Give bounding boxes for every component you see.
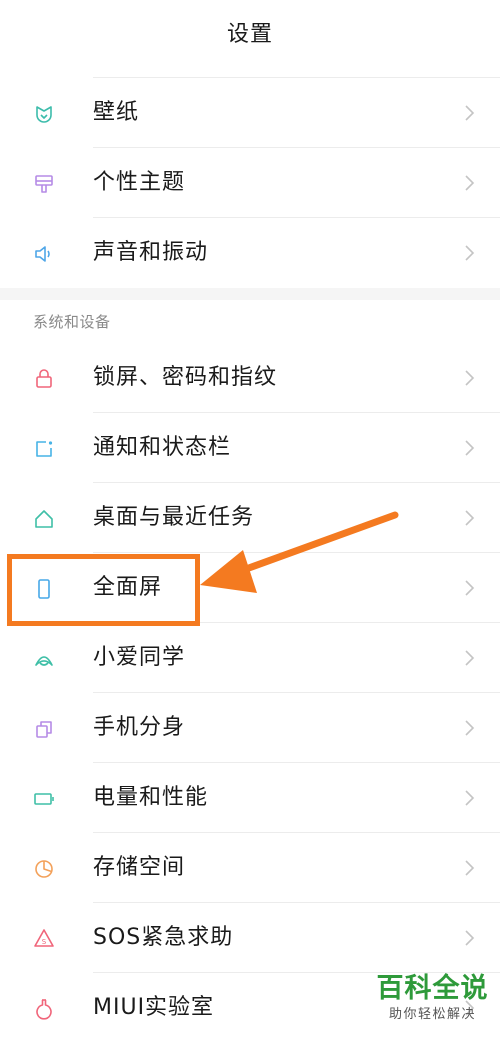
watermark-subtitle: 助你轻松解决 — [388, 1007, 476, 1022]
section-header: 系统和设备 — [33, 313, 111, 331]
battery-icon — [32, 787, 56, 811]
theme-brush-icon — [32, 172, 56, 196]
chevron-right-icon — [462, 649, 476, 667]
settings-item-storage[interactable]: 存储空间 — [0, 833, 500, 903]
settings-item-label: 电量和性能 — [93, 785, 209, 810]
watermark: 百科全说 助你轻松解决 — [370, 972, 495, 1032]
home-icon — [32, 507, 56, 531]
settings-item-label: 通知和状态栏 — [93, 435, 232, 460]
settings-item-xiaoai[interactable]: 小爱同学 — [0, 623, 500, 693]
chevron-right-icon — [462, 509, 476, 527]
sos-icon: S — [32, 927, 56, 951]
chevron-right-icon — [462, 244, 476, 262]
settings-item-label: SOS紧急求助 — [93, 925, 234, 950]
settings-item-label: 手机分身 — [93, 715, 186, 740]
settings-item-label: 个性主题 — [93, 170, 186, 195]
chevron-right-icon — [462, 719, 476, 737]
title-bar: 设置 — [0, 0, 500, 70]
settings-item-label: 小爱同学 — [93, 645, 186, 670]
storage-pie-icon — [32, 857, 56, 881]
lock-icon — [32, 367, 56, 391]
flask-icon — [32, 997, 56, 1021]
settings-item-sos[interactable]: S SOS紧急求助 — [0, 903, 500, 973]
chevron-right-icon — [462, 174, 476, 192]
chevron-right-icon — [462, 369, 476, 387]
chevron-right-icon — [462, 859, 476, 877]
pointer-arrow — [200, 511, 399, 593]
chevron-right-icon — [462, 439, 476, 457]
xiaoai-icon — [32, 647, 56, 671]
settings-item-wallpaper[interactable]: 壁纸 — [0, 78, 500, 148]
settings-item-label: 声音和振动 — [93, 240, 209, 265]
watermark-title: 百科全说 — [376, 973, 489, 1004]
settings-item-battery[interactable]: 电量和性能 — [0, 763, 500, 833]
chevron-right-icon — [462, 789, 476, 807]
section-gap — [0, 288, 500, 300]
settings-item-lockscreen[interactable]: 锁屏、密码和指纹 — [0, 343, 500, 413]
notification-icon — [32, 437, 56, 461]
settings-item-label: 锁屏、密码和指纹 — [93, 365, 278, 390]
settings-item-theme[interactable]: 个性主题 — [0, 148, 500, 218]
chevron-right-icon — [462, 104, 476, 122]
settings-item-label: MIUI实验室 — [93, 995, 215, 1020]
settings-item-label: 壁纸 — [93, 100, 140, 125]
page-title: 设置 — [226, 22, 273, 47]
wallpaper-icon — [32, 102, 56, 126]
svg-text:S: S — [42, 938, 47, 946]
chevron-right-icon — [462, 929, 476, 947]
settings-item-sound[interactable]: 声音和振动 — [0, 218, 500, 288]
speaker-icon — [32, 242, 56, 266]
dual-space-icon — [32, 717, 56, 741]
highlight-box — [7, 554, 200, 626]
settings-item-label: 存储空间 — [93, 855, 186, 880]
chevron-right-icon — [462, 579, 476, 597]
settings-item-dual-space[interactable]: 手机分身 — [0, 693, 500, 763]
settings-item-notifications[interactable]: 通知和状态栏 — [0, 413, 500, 483]
